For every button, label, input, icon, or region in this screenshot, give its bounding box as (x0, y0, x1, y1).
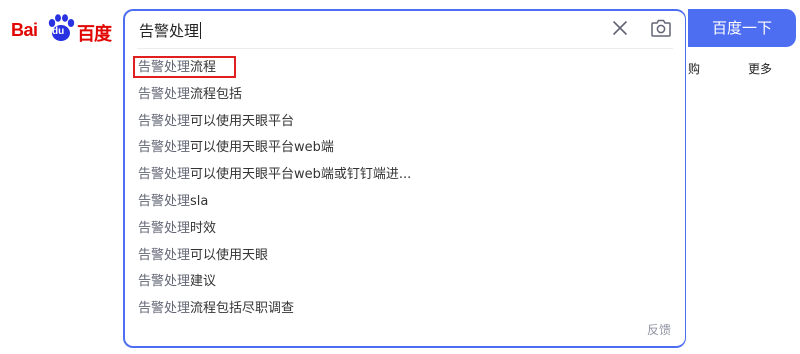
suggestion-item[interactable]: 告警处理可以使用天眼平台web端 (125, 135, 685, 162)
suggestion-prefix: 告警处理 (138, 140, 191, 156)
suggestion-prefix: 告警处理 (138, 113, 191, 129)
camera-icon[interactable] (650, 18, 672, 38)
suggestion-prefix: 告警处理 (138, 193, 191, 209)
suggestion-item[interactable]: 告警处理流程包括尽职调查 (125, 296, 685, 323)
logo-text-cn: 百度 (77, 24, 112, 45)
suggestion-rest: 可以使用天眼平台 (190, 113, 295, 129)
suggestion-rest: 流程包括尽职调查 (190, 301, 295, 317)
suggestion-item[interactable]: 告警处理可以使用天眼平台web端或钉钉端进... (125, 162, 685, 189)
search-panel: 告警处理 告警处理流程 告警处理流程包括 告警处理可以使用天眼平台 告警处理可以… (123, 9, 686, 348)
suggestion-prefix: 告警处理 (138, 247, 191, 263)
highlight-box (133, 56, 236, 78)
suggestion-rest: 时效 (190, 220, 217, 236)
suggestion-item[interactable]: 告警处理流程包括 (125, 82, 685, 109)
suggestion-item[interactable]: 告警处理sla (125, 189, 685, 216)
search-input[interactable]: 告警处理 (139, 20, 202, 41)
close-icon[interactable] (611, 19, 629, 37)
suggestion-rest: sla (190, 193, 209, 209)
search-query-text: 告警处理 (139, 22, 200, 40)
suggestion-rest: 建议 (190, 274, 217, 290)
feedback-link[interactable]: 反馈 (647, 321, 671, 338)
logo-text-bai: Bai (11, 20, 38, 40)
suggestion-prefix: 告警处理 (138, 86, 191, 102)
suggestion-item[interactable]: 告警处理流程 (125, 55, 685, 82)
suggestion-rest: 流程包括 (190, 86, 243, 102)
suggestion-item[interactable]: 告警处理时效 (125, 216, 685, 243)
suggestion-item[interactable]: 告警处理可以使用天眼平台 (125, 109, 685, 136)
suggestion-rest: 可以使用天眼 (190, 247, 269, 263)
nav-item-purchase-partial[interactable]: 购 (688, 60, 700, 77)
suggestion-rest: 可以使用天眼平台web端 (190, 140, 334, 156)
suggestion-prefix: 告警处理 (138, 301, 191, 317)
text-caret (200, 22, 202, 39)
suggestion-list: 告警处理流程 告警处理流程包括 告警处理可以使用天眼平台 告警处理可以使用天眼平… (125, 55, 685, 323)
suggestion-item[interactable]: 告警处理建议 (125, 269, 685, 296)
suggestion-item[interactable]: 告警处理可以使用天眼 (125, 243, 685, 270)
search-button[interactable]: 百度一下 (688, 9, 796, 47)
logo-text-du: du (52, 26, 65, 37)
nav-item-more[interactable]: 更多 (748, 60, 772, 77)
suggestion-prefix: 告警处理 (138, 167, 191, 183)
suggestion-prefix: 告警处理 (138, 220, 191, 236)
search-divider (137, 48, 673, 49)
baidu-logo[interactable]: Bai du 百度 (11, 13, 112, 47)
suggestion-prefix: 告警处理 (138, 274, 191, 290)
suggestion-rest: 可以使用天眼平台web端或钉钉端进... (190, 167, 412, 183)
